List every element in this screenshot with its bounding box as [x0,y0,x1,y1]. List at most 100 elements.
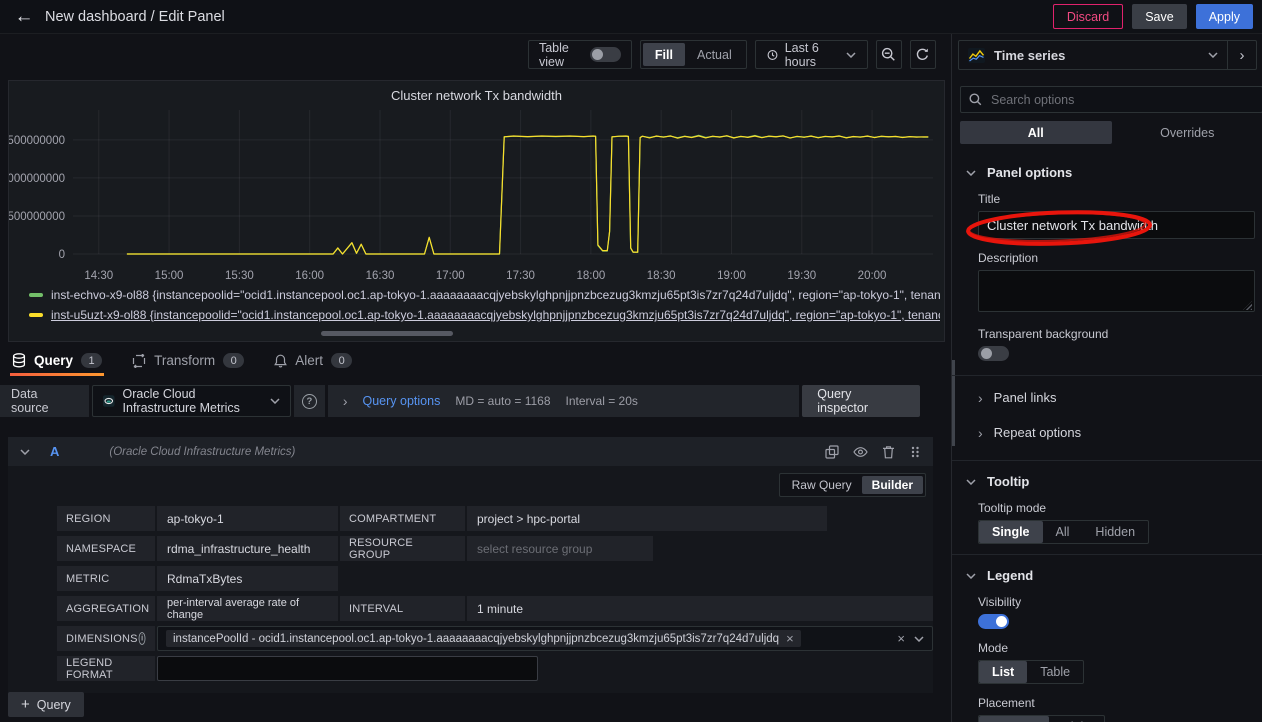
time-range-picker[interactable]: Last 6 hours [755,40,868,69]
legend-visibility-toggle[interactable] [978,614,1009,629]
options-search-input[interactable] [989,92,1254,108]
tooltip-mode-single[interactable]: Single [979,521,1043,543]
chip-remove-icon[interactable]: × [786,632,794,645]
query-datasource-subtitle: (Oracle Cloud Infrastructure Metrics) [109,446,295,458]
legend-placement-right[interactable]: Right [1049,716,1104,722]
tooltip-mode-hidden[interactable]: Hidden [1082,521,1148,543]
zoom-out-button[interactable] [876,40,902,69]
interval-info: Interval = 20s [566,394,638,408]
datasource-row: Data source Oracle Cloud Infrastructure … [0,385,920,417]
x-axis-tick-label: 19:30 [787,270,816,282]
apply-button[interactable]: Apply [1196,4,1253,29]
tab-query[interactable]: Query 1 [10,345,104,376]
refresh-button[interactable] [910,40,936,69]
tooltip-mode-group: Single All Hidden [978,520,1149,544]
legend-format-input[interactable] [157,656,538,681]
legend-horizontal-scrollbar[interactable] [321,331,453,336]
resource-group-placeholder: select resource group [477,542,592,556]
topbar-actions: Discard Save Apply [1053,4,1253,29]
series-line [127,135,928,254]
form-row-legend-format: LEGEND FORMAT [57,656,933,681]
interval-value[interactable]: 1 minute [467,596,933,621]
compartment-value[interactable]: project > hpc-portal [467,506,827,531]
info-icon[interactable]: i [138,632,145,645]
add-query-button[interactable]: + Query [8,692,84,717]
legend-placement-bottom[interactable]: Bottom [979,716,1049,722]
raw-builder-segmented: Raw Query Builder [779,473,926,497]
tab-alert[interactable]: Alert 0 [272,345,354,376]
y-axis-tick-label: 1500000000 [9,135,65,147]
discard-button[interactable]: Discard [1053,4,1123,29]
panel-description-textarea[interactable] [978,270,1255,312]
legend-mode-table[interactable]: Table [1027,661,1083,683]
hide-query-eye-icon[interactable] [853,446,868,458]
raw-query-option[interactable]: Raw Query [782,476,862,494]
legend-header[interactable]: Legend [952,568,1262,583]
metric-label: METRIC [57,566,155,591]
datasource-picker[interactable]: Oracle Cloud Infrastructure Metrics [92,385,291,417]
repeat-options-section[interactable]: › Repeat options [952,415,1262,450]
actual-option[interactable]: Actual [685,43,744,66]
tooltip-mode-all[interactable]: All [1043,521,1083,543]
dimension-chip[interactable]: instancePoolId - ocid1.instancepool.oc1.… [166,630,801,647]
aggregation-value[interactable]: per-interval average rate of change [157,596,338,621]
save-button[interactable]: Save [1132,4,1187,29]
collapse-chevron-icon[interactable] [20,449,30,455]
datasource-help-button[interactable]: ? [294,385,325,417]
table-view-toggle[interactable] [590,47,621,62]
query-ref-id: A [50,444,59,459]
clear-all-icon[interactable]: × [897,632,905,645]
query-options-link[interactable]: Query options [363,394,441,408]
x-axis-tick-label: 15:30 [225,270,254,282]
chevron-down-icon[interactable] [914,636,924,642]
query-builder-form: REGION ap-tokyo-1 COMPARTMENT project > … [8,506,933,681]
legend-item[interactable]: inst-echvo-x9-ol88 {instancepoolid="ocid… [29,285,940,305]
builder-option[interactable]: Builder [862,476,923,494]
resource-group-value[interactable]: select resource group [467,536,653,561]
chart-legend: inst-echvo-x9-ol88 {instancepoolid="ocid… [29,285,940,325]
legend-format-label: LEGEND FORMAT [57,656,155,681]
chevron-right-icon: › [978,391,983,405]
back-arrow-icon[interactable]: ← [9,3,39,31]
dimensions-multiselect[interactable]: instancePoolId - ocid1.instancepool.oc1.… [157,626,933,651]
description-label: Description [978,251,1255,265]
tooltip-header[interactable]: Tooltip [952,474,1262,489]
datasource-label: Data source [0,385,89,417]
namespace-label: NAMESPACE [57,536,155,561]
series-line [127,136,928,254]
tab-all-options[interactable]: All [960,121,1112,144]
legend-mode-list[interactable]: List [979,661,1027,683]
namespace-value[interactable]: rdma_infrastructure_health [157,536,338,561]
plus-icon: + [21,696,30,713]
panel-links-section[interactable]: › Panel links [952,380,1262,415]
chart-panel: Cluster network Tx bandwidth 05000000001… [8,80,945,342]
legend-placement-label: Placement [978,696,1255,710]
title-label: Title [978,192,1255,206]
database-icon [12,353,26,368]
series-label: inst-echvo-x9-ol88 {instancepoolid="ocid… [51,288,940,302]
tab-overrides[interactable]: Overrides [1112,121,1262,144]
section-panel-options: Panel options Title Description Transpar… [952,152,1262,460]
query-row-header[interactable]: A (Oracle Cloud Infrastructure Metrics) [8,437,933,466]
duplicate-query-icon[interactable] [825,445,839,459]
chevron-down-icon [966,479,976,485]
fill-option[interactable]: Fill [643,43,685,66]
drag-handle-icon[interactable] [909,445,921,459]
time-series-viz-icon [968,48,985,63]
legend-item[interactable]: inst-u5uzt-x9-ol88 {instancepoolid="ocid… [29,305,940,325]
form-row-region-compartment: REGION ap-tokyo-1 COMPARTMENT project > … [57,506,933,531]
delete-query-trash-icon[interactable] [882,445,895,459]
visualization-select[interactable]: Time series [959,41,1227,69]
panel-title-input[interactable] [978,211,1255,239]
toggle-viz-suggestions-button[interactable]: › [1227,41,1256,69]
transparent-background-toggle[interactable] [978,346,1009,361]
table-view-label: Table view [539,41,581,69]
tab-transform[interactable]: Transform 0 [130,345,246,376]
panel-options-header[interactable]: Panel options [952,165,1262,180]
tooltip-header-label: Tooltip [987,474,1029,489]
region-value[interactable]: ap-tokyo-1 [157,506,338,531]
time-series-chart[interactable]: 05000000001000000000150000000014:3015:00… [9,105,944,287]
transform-count-badge: 0 [223,353,244,368]
metric-value[interactable]: RdmaTxBytes [157,566,338,591]
query-inspector-button[interactable]: Query inspector [802,385,920,417]
